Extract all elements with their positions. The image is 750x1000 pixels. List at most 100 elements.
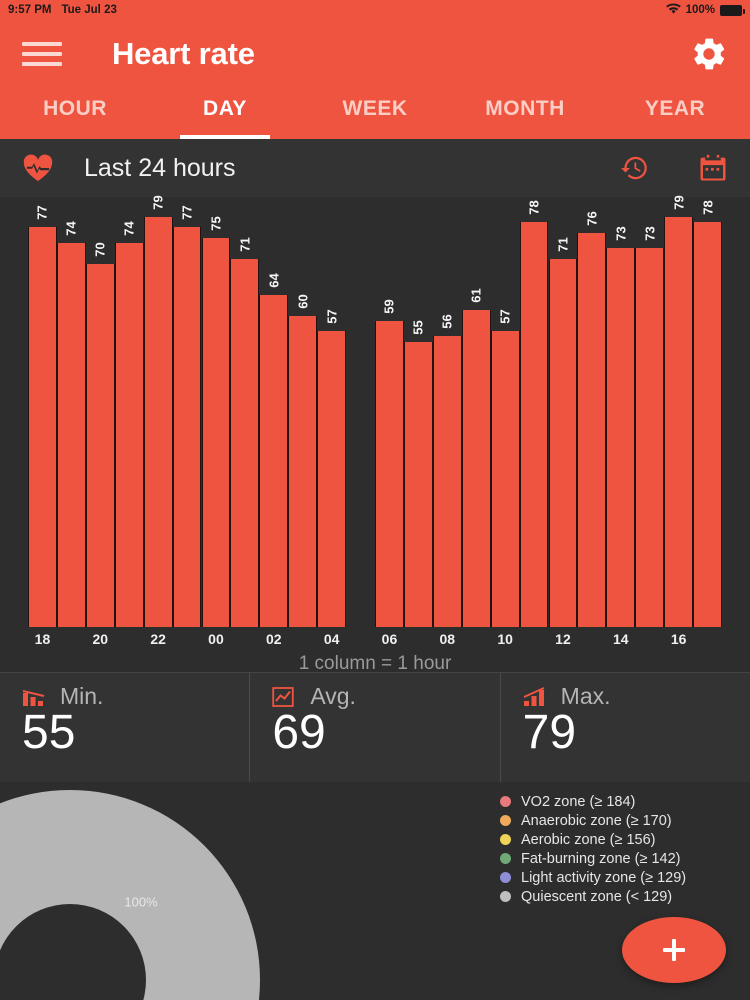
- chart-bar-value-label: 59: [381, 299, 397, 314]
- chart-bar[interactable]: 71: [230, 237, 260, 627]
- chart-bar-value-label: 70: [92, 241, 108, 257]
- chart-bar[interactable]: 74: [56, 221, 86, 627]
- chart-bar-value-label: 75: [208, 216, 224, 231]
- period-tab-bar: HOUR DAY WEEK MONTH YEAR: [0, 87, 750, 139]
- legend-label: Light activity zone (≥ 129): [521, 869, 687, 886]
- chart-bar[interactable]: 60: [288, 294, 318, 627]
- plus-icon: [659, 935, 689, 965]
- hamburger-line: [22, 61, 62, 66]
- chart-x-tick: 22: [150, 631, 166, 647]
- hamburger-menu-icon[interactable]: [22, 39, 62, 69]
- hamburger-line: [22, 51, 62, 56]
- tab-day[interactable]: DAY: [150, 87, 300, 139]
- tab-month[interactable]: MONTH: [450, 87, 600, 139]
- chart-bar-value-label: 79: [671, 195, 687, 210]
- chart-bar-value-label: 61: [468, 288, 484, 304]
- legend-label: Aerobic zone (≥ 156): [521, 831, 656, 848]
- chart-bar-value-label: 73: [642, 226, 658, 241]
- history-clock-icon[interactable]: [620, 153, 650, 183]
- hamburger-line: [22, 41, 62, 46]
- legend-item: Fat-burning zone (≥ 142): [500, 849, 686, 868]
- chart-bar-value-label: 78: [526, 200, 542, 215]
- chart-x-tick: 06: [381, 631, 398, 647]
- chart-x-tick: 00: [208, 631, 224, 647]
- legend-color-dot: [500, 834, 511, 845]
- add-measurement-button[interactable]: [622, 917, 726, 983]
- legend-label: VO2 zone (≥ 184): [521, 793, 636, 810]
- chart-bar[interactable]: 79: [664, 195, 694, 627]
- chart-x-tick: 04: [323, 631, 340, 647]
- tab-week[interactable]: WEEK: [300, 87, 450, 139]
- chart-bar[interactable]: 78: [693, 200, 722, 627]
- bar-chart-descending-icon: [22, 686, 48, 708]
- chart-bar[interactable]: 61: [461, 289, 491, 627]
- legend-item: VO2 zone (≥ 184): [500, 792, 686, 811]
- chart-bar[interactable]: 75: [201, 216, 231, 627]
- chart-bar-value-label: 76: [584, 210, 600, 226]
- chart-bar-value-label: 57: [497, 309, 513, 324]
- chart-bar-value-label: 74: [121, 221, 137, 236]
- heart-pulse-icon: [22, 153, 54, 183]
- chart-x-tick: 08: [439, 631, 456, 647]
- chart-x-tick: 16: [670, 631, 687, 647]
- legend-item: Light activity zone (≥ 129): [500, 868, 686, 887]
- chart-bar[interactable]: 74: [114, 221, 144, 627]
- chart-x-axis: 18 20 22 00 02 04 06 08 10 12 14 16: [28, 631, 722, 653]
- legend-label: Fat-burning zone (≥ 142): [521, 850, 681, 867]
- summary-stats-row: Min. 55 Avg. 69 Max. 79: [0, 672, 750, 782]
- line-chart-icon: [272, 686, 298, 708]
- stat-avg: Avg. 69: [249, 673, 499, 782]
- legend-item: Quiescent zone (< 129): [500, 887, 686, 906]
- zones-legend: VO2 zone (≥ 184) Anaerobic zone (≥ 170) Ae…: [500, 792, 686, 906]
- chart-bar-value-label: 56: [439, 314, 455, 330]
- status-time: 9:57 PM: [8, 4, 52, 16]
- chart-bar[interactable]: 57: [490, 309, 520, 627]
- legend-color-dot: [500, 853, 511, 864]
- bar-chart-ascending-icon: [523, 686, 549, 708]
- chart-bar[interactable]: 55: [403, 320, 433, 627]
- heart-rate-screen: 9:57 PM Tue Jul 23 100% Heart rate HOUR …: [0, 0, 750, 1000]
- chart-bar-value-label: 77: [179, 205, 195, 221]
- heart-rate-bar-chart: 77 74 70 74 79 77 75 71 64 60 57 59 55 56 61 57 78 71 76 73…: [0, 195, 750, 674]
- chart-bar[interactable]: 77: [172, 206, 202, 627]
- legend-item: Anaerobic zone (≥ 170): [500, 811, 686, 830]
- chart-bar[interactable]: 76: [577, 211, 607, 627]
- chart-bar-value-label: 55: [410, 319, 426, 335]
- chart-x-tick: 02: [265, 631, 282, 647]
- page-title: Heart rate: [112, 35, 255, 71]
- tab-year[interactable]: YEAR: [600, 87, 750, 139]
- chart-bar[interactable]: 77: [28, 206, 57, 627]
- stat-min-value: 55: [22, 706, 76, 759]
- chart-x-tick: 18: [34, 631, 51, 647]
- chart-bar[interactable]: 70: [85, 242, 115, 627]
- chart-bar-value-label: 57: [324, 309, 340, 324]
- chart-x-tick: 10: [497, 631, 513, 647]
- chart-bar[interactable]: 57: [317, 309, 347, 627]
- chart-bar[interactable]: 64: [259, 273, 289, 627]
- status-right-cluster: 100%: [665, 3, 745, 18]
- chart-bar-value-label: 77: [34, 205, 50, 221]
- chart-bar[interactable]: 71: [548, 237, 578, 627]
- chart-bar[interactable]: 79: [143, 195, 173, 627]
- calendar-icon[interactable]: [698, 153, 728, 183]
- donut-percent-label: 100%: [124, 894, 158, 910]
- status-bar: 9:57 PM Tue Jul 23 100%: [0, 0, 750, 20]
- stat-min: Min. 55: [0, 673, 249, 782]
- chart-x-tick: 12: [555, 631, 571, 647]
- gear-icon[interactable]: [690, 35, 728, 73]
- chart-bar[interactable]: 56: [432, 315, 462, 627]
- legend-label: Anaerobic zone (≥ 170): [521, 812, 672, 829]
- range-actions: [620, 153, 728, 183]
- legend-color-dot: [500, 815, 511, 826]
- chart-bar[interactable]: 73: [606, 226, 636, 627]
- battery-percent-label: 100%: [685, 4, 715, 16]
- chart-bar-value-label: 74: [63, 221, 79, 236]
- chart-bar[interactable]: 78: [519, 200, 549, 627]
- legend-label: Quiescent zone (< 129): [521, 888, 673, 905]
- chart-bar-value-label: 71: [555, 236, 571, 252]
- stat-avg-value: 69: [272, 706, 326, 759]
- status-date: Tue Jul 23: [61, 4, 117, 16]
- chart-bar[interactable]: 73: [635, 226, 665, 627]
- tab-hour[interactable]: HOUR: [0, 87, 150, 139]
- chart-bar[interactable]: 59: [375, 299, 404, 627]
